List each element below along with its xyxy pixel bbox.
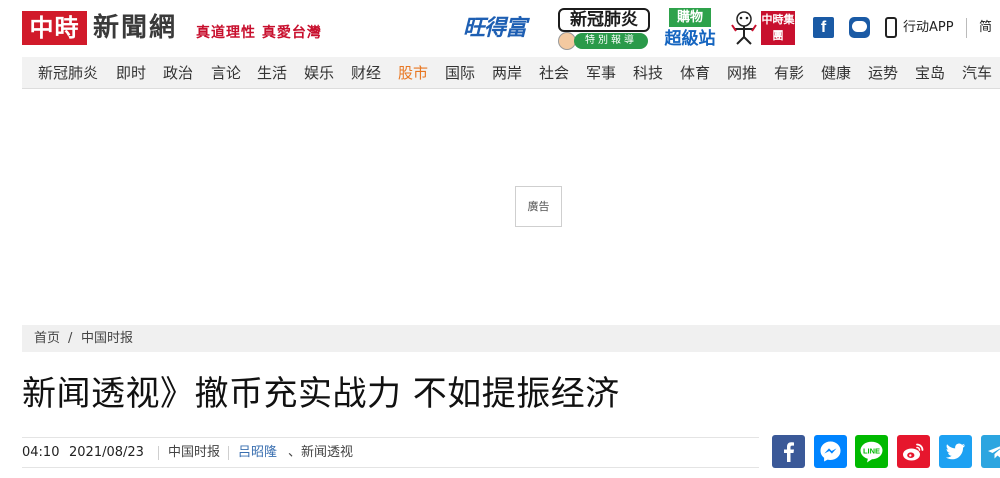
messenger-icon [814,435,847,468]
article-topic[interactable]: 、新闻透视 [288,438,353,467]
line-icon[interactable] [849,17,870,38]
covid-special-report-link[interactable]: 新冠肺炎 特別報導 [558,8,650,50]
nav-item[interactable]: 科技 [633,57,680,89]
nav-item[interactable]: 言论 [211,57,258,89]
article-source[interactable]: 中国时报 [168,438,220,467]
line-icon: LINE [855,435,888,468]
chinatimes-logo-mark[interactable]: 中時 [22,11,87,45]
nav-item[interactable]: 财经 [351,57,398,89]
share-weibo-button[interactable] [897,435,930,468]
nav-item[interactable]: 即时 [116,57,163,89]
breadcrumb-separator: / [68,331,73,346]
mobile-app-link[interactable]: 行动APP [903,18,954,38]
share-line-button[interactable]: LINE [855,435,888,468]
facebook-icon[interactable]: f [813,17,834,38]
site-header: 中時 新聞網 真道理性 真愛台灣 旺得富 新冠肺炎 特別報導 購物 超級站 中時… [0,0,1000,56]
nav-item[interactable]: 网推 [727,57,774,89]
telegram-icon [981,435,1000,468]
meta-divider [158,446,159,460]
nav-item[interactable]: 社会 [539,57,586,89]
nav-list: 新冠肺炎 即时 政治 言论 生活 娱乐 财经 股市 国际 两岸 社会 军事 科技 体育 网推 有影 健康 运势 宝岛… [22,57,1000,89]
nav-item[interactable]: 汽车 [962,57,1000,89]
nav-item[interactable]: 新冠肺炎 [38,57,117,89]
share-facebook-button[interactable] [772,435,805,468]
share-twitter-button[interactable] [939,435,972,468]
nav-item[interactable]: 国际 [445,57,492,89]
publish-date: 2021/08/23 [69,445,144,460]
nav-item[interactable]: 宝岛 [915,57,962,89]
site-slogan: 真道理性 真愛台灣 [196,25,322,41]
ad-placeholder[interactable]: 廣告 [515,186,562,227]
china-times-group-logo[interactable]: 中時集團 [761,11,795,45]
phone-icon[interactable] [885,17,897,38]
nav-item[interactable]: 政治 [163,57,210,89]
covid-badge-sub: 特別報導 [574,33,648,49]
language-toggle[interactable]: 简 [979,18,992,38]
nav-item[interactable]: 两岸 [492,57,539,89]
site-logo-text[interactable]: 新聞網 [93,12,177,44]
covid-badge-title: 新冠肺炎 [558,8,650,32]
nav-item[interactable]: 生活 [257,57,304,89]
header-divider [966,18,967,38]
nav-item[interactable]: 健康 [821,57,868,89]
meta-divider [228,446,229,460]
article-author[interactable]: 吕昭隆 [238,438,277,467]
nav-item[interactable]: 娱乐 [304,57,351,89]
facebook-icon [772,435,805,468]
nav-item[interactable]: 有影 [774,57,821,89]
article-title: 新闻透视》撤币充实战力 不如提振经济 [22,374,620,414]
nav-item[interactable]: 运势 [868,57,915,89]
shop-badge-top: 購物 [669,8,711,27]
mascot-icon[interactable] [728,11,760,45]
breadcrumb-section[interactable]: 中国时报 [81,325,133,352]
shop-badge-bottom: 超級站 [664,29,716,49]
nav-item[interactable]: 股市 [398,57,445,89]
share-telegram-button[interactable] [981,435,1000,468]
publish-time: 04:10 [22,445,60,460]
article-meta: 04:10 2021/08/23 中国时报 吕昭隆 、新闻透视 [22,437,759,468]
svg-text:LINE: LINE [863,446,880,455]
main-nav: 新冠肺炎 即时 政治 言论 生活 娱乐 财经 股市 国际 两岸 社会 军事 科技 体育 网推 有影 健康 运势 宝岛… [22,57,1000,89]
breadcrumb: 首页 / 中国时报 [22,325,1000,352]
nav-item[interactable]: 军事 [586,57,633,89]
breadcrumb-home[interactable]: 首页 [34,325,60,352]
want-rich-partner-link[interactable]: 旺得富 [463,12,527,46]
nav-item[interactable]: 体育 [680,57,727,89]
twitter-icon [939,435,972,468]
shopping-link[interactable]: 購物 超級站 [660,8,720,50]
weibo-icon [897,435,930,468]
share-messenger-button[interactable] [814,435,847,468]
